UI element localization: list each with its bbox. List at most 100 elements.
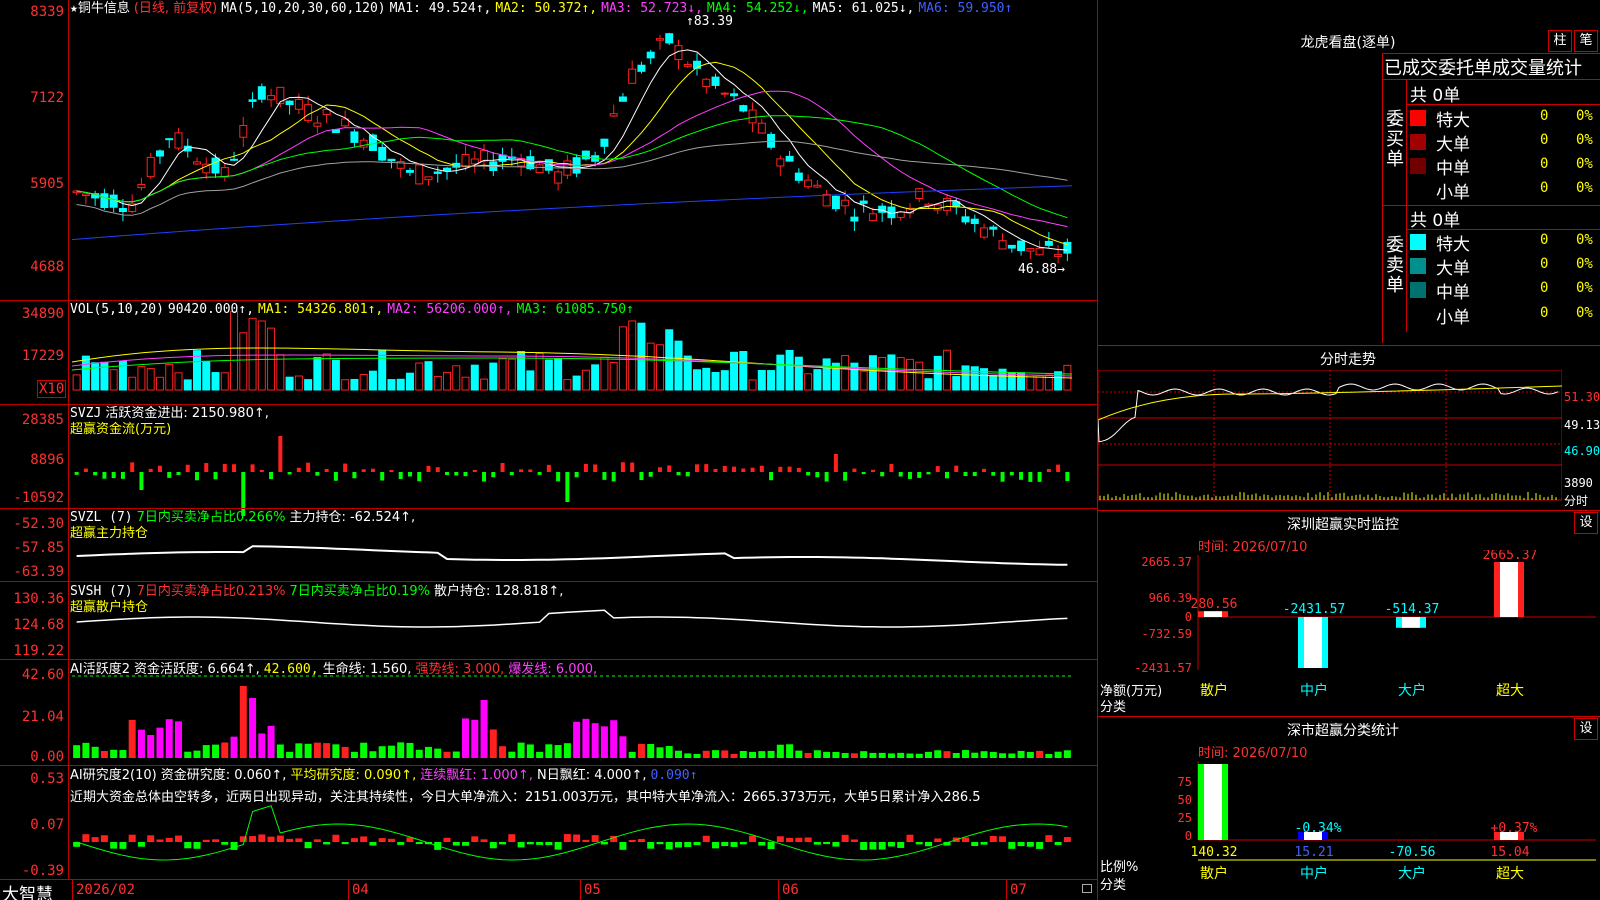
flow-bar (556, 472, 561, 482)
flow-bar (472, 469, 477, 472)
y-tick: 2665.37 (1141, 555, 1192, 569)
flow-bar (102, 472, 107, 479)
candle-body (794, 172, 803, 181)
research-bar (304, 842, 312, 849)
volume-bar (322, 353, 331, 391)
research-bar (795, 837, 803, 842)
research-bar (332, 834, 340, 842)
candle-body (267, 95, 276, 101)
research-bar (1063, 837, 1071, 842)
row-pct: 0% (1576, 180, 1593, 196)
svzl-header: SVZL (7) 7日内买卖净占比0.266% 主力持仓: -62.524↑, (70, 510, 419, 526)
flow-bar (222, 463, 227, 472)
candle-body (424, 176, 433, 181)
activity-bar (684, 753, 692, 758)
flow-bar (1065, 472, 1070, 482)
research-bar (702, 835, 710, 842)
volume-bar (646, 342, 655, 391)
flow-bar (611, 472, 616, 482)
category-label: 大户 (1398, 865, 1426, 882)
category-label: 中户 (1300, 682, 1328, 699)
intraday-chart[interactable] (1098, 370, 1562, 510)
flow-bar (704, 464, 709, 472)
flow-bar (1028, 472, 1033, 482)
candle-body (813, 184, 822, 188)
tick-mode-button[interactable]: 笔 (1574, 30, 1598, 52)
research-bar (471, 836, 479, 842)
svzj-value: 活跃资金进出: 2150.980↑, (105, 406, 269, 421)
volume-bar (230, 311, 239, 391)
volume-bar (359, 374, 368, 391)
star-icon[interactable]: ★ (70, 1, 78, 16)
lock-icon[interactable] (1082, 884, 1092, 893)
ai1-lifeline: 生命线: 1.560, (322, 662, 412, 677)
monitor-settings-button[interactable]: 设 (1574, 512, 1598, 534)
candle-body (155, 150, 164, 157)
bar-mode-button[interactable]: 柱 (1548, 30, 1572, 52)
research-bar (508, 834, 516, 842)
volume-bar (165, 363, 174, 391)
flow-bar (676, 472, 681, 476)
kline-y-axis: 8339 7122 5905 4688 (0, 0, 66, 300)
volume-bar (776, 354, 785, 391)
activity-bar (110, 749, 118, 758)
activity-bar (1017, 750, 1025, 758)
volume-bar (600, 356, 609, 391)
research-bar (767, 842, 775, 850)
research-bar (378, 838, 386, 842)
activity-bar (230, 736, 238, 758)
flow-bar (185, 464, 190, 472)
candle-body (415, 164, 424, 185)
volume-bar (544, 359, 553, 391)
activity-bar (369, 751, 377, 758)
research-bar (887, 842, 895, 847)
research-bar (897, 842, 905, 848)
volume-bar (285, 376, 294, 391)
color-swatch (1410, 234, 1426, 250)
research-bar (1026, 842, 1034, 847)
flow-bar (732, 466, 737, 472)
bar-highlight (1500, 562, 1518, 617)
flow-bar (870, 469, 875, 472)
svzl-title: 超赢主力持仓 (70, 526, 149, 541)
svzl-label: SVZL (7) (70, 510, 133, 525)
row-pct: 0% (1576, 256, 1593, 272)
activity-bar (832, 751, 840, 758)
class-settings-button[interactable]: 设 (1574, 718, 1598, 740)
flow-bar (426, 465, 431, 472)
ma1-value: MA1: 49.524↑, (389, 1, 492, 16)
research-bar (628, 839, 636, 842)
flow-bar (259, 469, 264, 472)
candle-body (998, 240, 1007, 250)
stock-name[interactable]: 铜牛信息 (78, 1, 130, 16)
y-tick: 4688 (30, 259, 64, 275)
activity-bar (591, 723, 599, 758)
research-bar (212, 839, 220, 842)
candle-body (822, 193, 831, 207)
lhb-header: 已成交委托单成交量统计 (1384, 58, 1582, 79)
candle-body (1054, 253, 1063, 257)
ai1-y-axis: 42.60 21.04 0.00 (0, 659, 66, 765)
activity-bar (489, 729, 497, 758)
volume-bar (720, 370, 729, 391)
activity-bar (165, 719, 173, 758)
candle-body (989, 226, 998, 230)
candle-body (943, 197, 951, 211)
research-bar (832, 842, 840, 847)
y-tick: 8896 (30, 452, 64, 468)
period-mode[interactable]: (日线, 前复权) (134, 1, 217, 16)
candle-body (980, 227, 989, 238)
chart-area[interactable]: 8339 7122 5905 4688 34890 17229 X10 2838… (0, 0, 1098, 900)
y-tick: 8339 (30, 4, 64, 20)
volume-bar (498, 358, 507, 391)
flow-bar (630, 462, 635, 472)
flow-bar (741, 468, 746, 472)
activity-bar (989, 751, 997, 758)
sell-total: 共 0单 (1410, 211, 1461, 231)
flow-bar (565, 472, 570, 502)
research-bar (591, 835, 599, 842)
flow-bar (898, 472, 903, 477)
ai2-comment: 近期大资金总体由空转多，近两日出现异动，关注其持续性，今日大单净流入：2151.… (70, 790, 981, 805)
activity-bar (295, 743, 303, 758)
candle-body (1007, 244, 1016, 249)
